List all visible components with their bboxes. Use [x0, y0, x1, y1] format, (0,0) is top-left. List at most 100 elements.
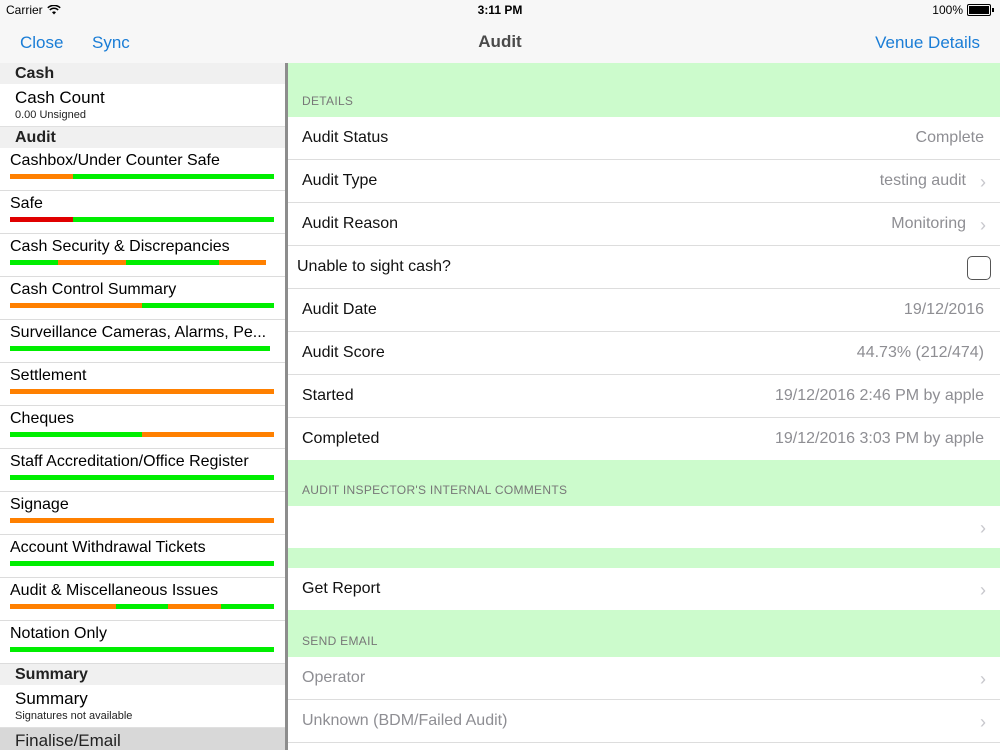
- progress-segment: [10, 303, 142, 308]
- started-row: Started 19/12/2016 2:46 PM by apple: [288, 375, 1000, 418]
- section-header-summary: Summary: [0, 664, 285, 685]
- audit-section-item[interactable]: Settlement: [0, 363, 285, 406]
- audit-section-label: Settlement: [10, 367, 87, 384]
- audit-progress-bar: [10, 518, 274, 523]
- audit-section-item[interactable]: Audit & Miscellaneous Issues: [0, 578, 285, 621]
- page-title: Audit: [478, 32, 522, 51]
- progress-segment: [73, 217, 274, 222]
- clock: 3:11 PM: [477, 3, 523, 17]
- progress-segment: [142, 432, 274, 437]
- status-bar: Carrier 3:11 PM 100%: [0, 0, 1000, 20]
- comments-section-header: AUDIT INSPECTOR'S INTERNAL COMMENTS: [288, 460, 1000, 506]
- audit-progress-bar: [10, 475, 274, 480]
- audit-type-row[interactable]: Audit Type testing audit ›: [288, 160, 1000, 203]
- audit-section-item[interactable]: Cash Control Summary: [0, 277, 285, 320]
- chevron-right-icon: ›: [980, 518, 986, 538]
- progress-segment: [10, 174, 74, 179]
- progress-segment: [10, 217, 74, 222]
- progress-segment: [10, 561, 274, 566]
- progress-segment: [10, 518, 274, 523]
- cash-count-subtitle: 0.00 Unsigned: [15, 109, 86, 121]
- venue-details-button[interactable]: Venue Details: [875, 33, 980, 53]
- audit-date-row: Audit Date 19/12/2016: [288, 289, 1000, 332]
- get-report-row[interactable]: Get Report ›: [288, 568, 1000, 610]
- audit-progress-bar: [10, 303, 274, 308]
- section-header-cash: Cash: [0, 63, 285, 84]
- audit-score-row: Audit Score 44.73% (212/474): [288, 332, 1000, 375]
- send-email-section-header: SEND EMAIL: [288, 610, 1000, 657]
- progress-segment: [142, 303, 274, 308]
- finalise-email-item[interactable]: Finalise/Email: [0, 728, 285, 750]
- audit-section-label: Signage: [10, 496, 69, 513]
- battery-icon: [967, 4, 991, 16]
- audit-section-item[interactable]: Cheques: [0, 406, 285, 449]
- audit-progress-bar: [10, 647, 274, 652]
- audit-section-label: Surveillance Cameras, Alarms, Pe...: [10, 324, 267, 341]
- progress-segment: [10, 260, 58, 265]
- audit-progress-bar: [10, 604, 274, 609]
- report-section-spacer: [288, 548, 1000, 568]
- audit-section-item[interactable]: Safe: [0, 191, 285, 234]
- internal-comments-row[interactable]: ›: [288, 506, 1000, 548]
- audit-section-label: Account Withdrawal Tickets: [10, 539, 206, 556]
- progress-segment: [10, 346, 271, 351]
- audit-section-label: Audit & Miscellaneous Issues: [10, 582, 219, 599]
- audit-section-label: Cashbox/Under Counter Safe: [10, 152, 220, 169]
- details-section-header: DETAILS: [288, 63, 1000, 117]
- progress-segment: [10, 432, 142, 437]
- progress-segment: [57, 260, 127, 265]
- summary-subtitle: Signatures not available: [15, 710, 133, 722]
- audit-section-item[interactable]: Signage: [0, 492, 285, 535]
- progress-segment: [218, 260, 267, 265]
- audit-progress-bar: [10, 346, 274, 351]
- summary-title: Summary: [15, 689, 88, 708]
- summary-item[interactable]: Summary Signatures not available: [0, 685, 285, 728]
- completed-row: Completed 19/12/2016 3:03 PM by apple: [288, 418, 1000, 460]
- audit-section-label: Cheques: [10, 410, 75, 427]
- progress-segment: [168, 604, 222, 609]
- audit-progress-bar: [10, 174, 274, 179]
- unable-to-sight-cash-row: Unable to sight cash?: [288, 246, 1000, 289]
- audit-section-item[interactable]: Account Withdrawal Tickets: [0, 535, 285, 578]
- email-operator-row[interactable]: Operator ›: [288, 657, 1000, 700]
- detail-pane: DETAILS Audit Status Complete Audit Type…: [288, 63, 1000, 750]
- audit-section-item[interactable]: Notation Only: [0, 621, 285, 664]
- audit-reason-row[interactable]: Audit Reason Monitoring ›: [288, 203, 1000, 246]
- audit-section-label: Cash Control Summary: [10, 281, 177, 298]
- cash-count-item[interactable]: Cash Count 0.00 Unsigned: [0, 84, 285, 127]
- audit-progress-bar: [10, 260, 274, 265]
- audit-section-item[interactable]: Cash Security & Discrepancies: [0, 234, 285, 277]
- progress-segment: [10, 389, 274, 394]
- unable-to-sight-cash-checkbox[interactable]: [967, 256, 991, 280]
- cash-count-title: Cash Count: [15, 88, 105, 107]
- battery-percentage: 100%: [932, 3, 963, 17]
- audit-section-label: Safe: [10, 195, 43, 212]
- progress-segment: [115, 604, 169, 609]
- audit-section-list: Cashbox/Under Counter Safe Safe Cash Secur…: [0, 148, 285, 664]
- progress-segment: [73, 174, 274, 179]
- progress-segment: [10, 604, 116, 609]
- navigation-bar: Close Sync Audit Venue Details: [0, 20, 1000, 64]
- progress-segment: [126, 260, 219, 265]
- audit-section-label: Notation Only: [10, 625, 107, 642]
- chevron-right-icon: ›: [980, 215, 986, 235]
- progress-segment: [221, 604, 274, 609]
- chevron-right-icon: ›: [980, 172, 986, 192]
- sidebar: Cash Cash Count 0.00 Unsigned Audit Cash…: [0, 63, 285, 750]
- email-unknown-bdm-row[interactable]: Unknown (BDM/Failed Audit) ›: [288, 700, 1000, 743]
- progress-segment: [10, 647, 274, 652]
- audit-section-item[interactable]: Staff Accreditation/Office Register: [0, 449, 285, 492]
- progress-segment: [10, 475, 274, 480]
- audit-section-label: Staff Accreditation/Office Register: [10, 453, 249, 470]
- audit-progress-bar: [10, 217, 274, 222]
- audit-progress-bar: [10, 432, 274, 437]
- section-header-audit: Audit: [0, 127, 285, 148]
- chevron-right-icon: ›: [980, 580, 986, 600]
- chevron-right-icon: ›: [980, 669, 986, 689]
- audit-progress-bar: [10, 389, 274, 394]
- audit-status-row: Audit Status Complete: [288, 117, 1000, 160]
- audit-progress-bar: [10, 561, 274, 566]
- chevron-right-icon: ›: [980, 712, 986, 732]
- audit-section-item[interactable]: Cashbox/Under Counter Safe: [0, 148, 285, 191]
- audit-section-item[interactable]: Surveillance Cameras, Alarms, Pe...: [0, 320, 285, 363]
